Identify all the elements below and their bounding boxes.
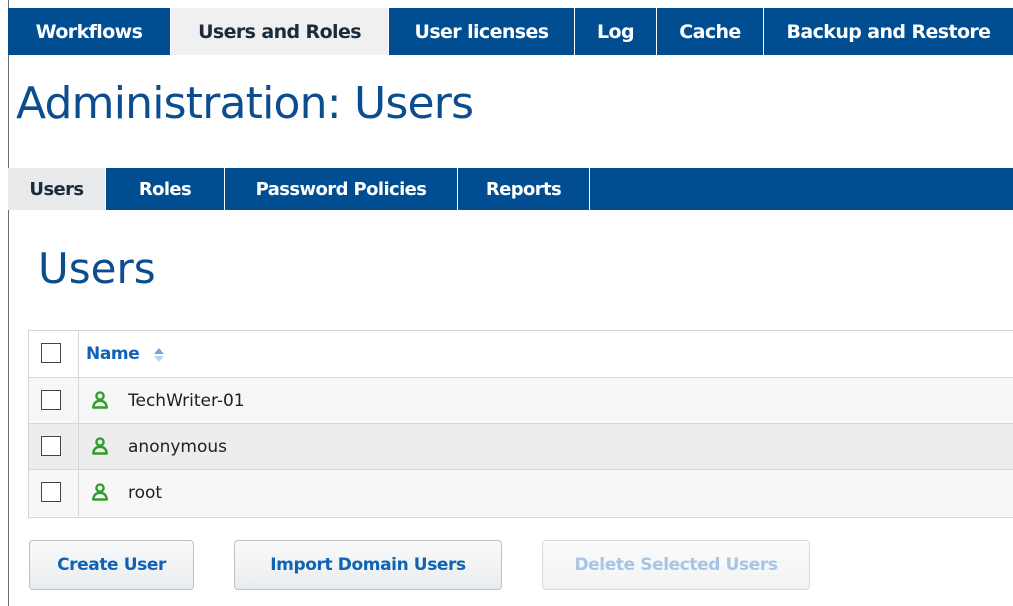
user-name[interactable]: root bbox=[128, 483, 162, 503]
user-icon bbox=[92, 483, 108, 501]
subtab-users[interactable]: Users bbox=[8, 168, 106, 210]
user-name[interactable]: TechWriter-01 bbox=[128, 391, 245, 411]
section-title: Users bbox=[38, 244, 156, 293]
subtab-reports[interactable]: Reports bbox=[458, 168, 590, 210]
table-row[interactable]: root bbox=[29, 470, 1013, 516]
tab-log[interactable]: Log bbox=[575, 8, 657, 55]
row-checkbox-cell bbox=[29, 378, 79, 423]
page-title: Administration: Users bbox=[16, 78, 474, 129]
select-all-cell bbox=[29, 331, 79, 377]
row-checkbox[interactable] bbox=[41, 482, 61, 502]
table-row[interactable]: anonymous bbox=[29, 424, 1013, 470]
subtab-roles[interactable]: Roles bbox=[106, 168, 225, 210]
create-user-button[interactable]: Create User bbox=[29, 540, 194, 590]
top-tab-bar: Workflows Users and Roles User licenses … bbox=[8, 8, 1013, 55]
delete-selected-users-button[interactable]: Delete Selected Users bbox=[542, 540, 810, 590]
sort-ascending-icon[interactable] bbox=[153, 347, 165, 363]
name-column-header[interactable]: Name bbox=[86, 344, 140, 364]
app-frame: Workflows Users and Roles User licenses … bbox=[0, 0, 1013, 606]
user-icon bbox=[92, 391, 108, 409]
row-checkbox[interactable] bbox=[41, 436, 61, 456]
user-name[interactable]: anonymous bbox=[128, 437, 227, 457]
row-checkbox[interactable] bbox=[41, 390, 61, 410]
row-checkbox-cell bbox=[29, 470, 79, 516]
row-checkbox-cell bbox=[29, 424, 79, 469]
left-border bbox=[8, 0, 9, 606]
sub-tab-bar: Users Roles Password Policies Reports bbox=[8, 168, 1013, 210]
tab-cache[interactable]: Cache bbox=[657, 8, 764, 55]
subtab-password-policies[interactable]: Password Policies bbox=[225, 168, 458, 210]
grid-header-row: Name bbox=[29, 331, 1013, 378]
table-row[interactable]: TechWriter-01 bbox=[29, 378, 1013, 424]
tab-backup-and-restore[interactable]: Backup and Restore bbox=[764, 8, 1013, 55]
tab-workflows[interactable]: Workflows bbox=[8, 8, 171, 55]
select-all-checkbox[interactable] bbox=[41, 343, 61, 363]
users-grid: Name TechWriter-01 anonymous root bbox=[28, 330, 1013, 518]
tab-users-and-roles[interactable]: Users and Roles bbox=[171, 8, 389, 55]
tab-user-licenses[interactable]: User licenses bbox=[389, 8, 575, 55]
user-icon bbox=[92, 437, 108, 455]
import-domain-users-button[interactable]: Import Domain Users bbox=[234, 540, 502, 590]
